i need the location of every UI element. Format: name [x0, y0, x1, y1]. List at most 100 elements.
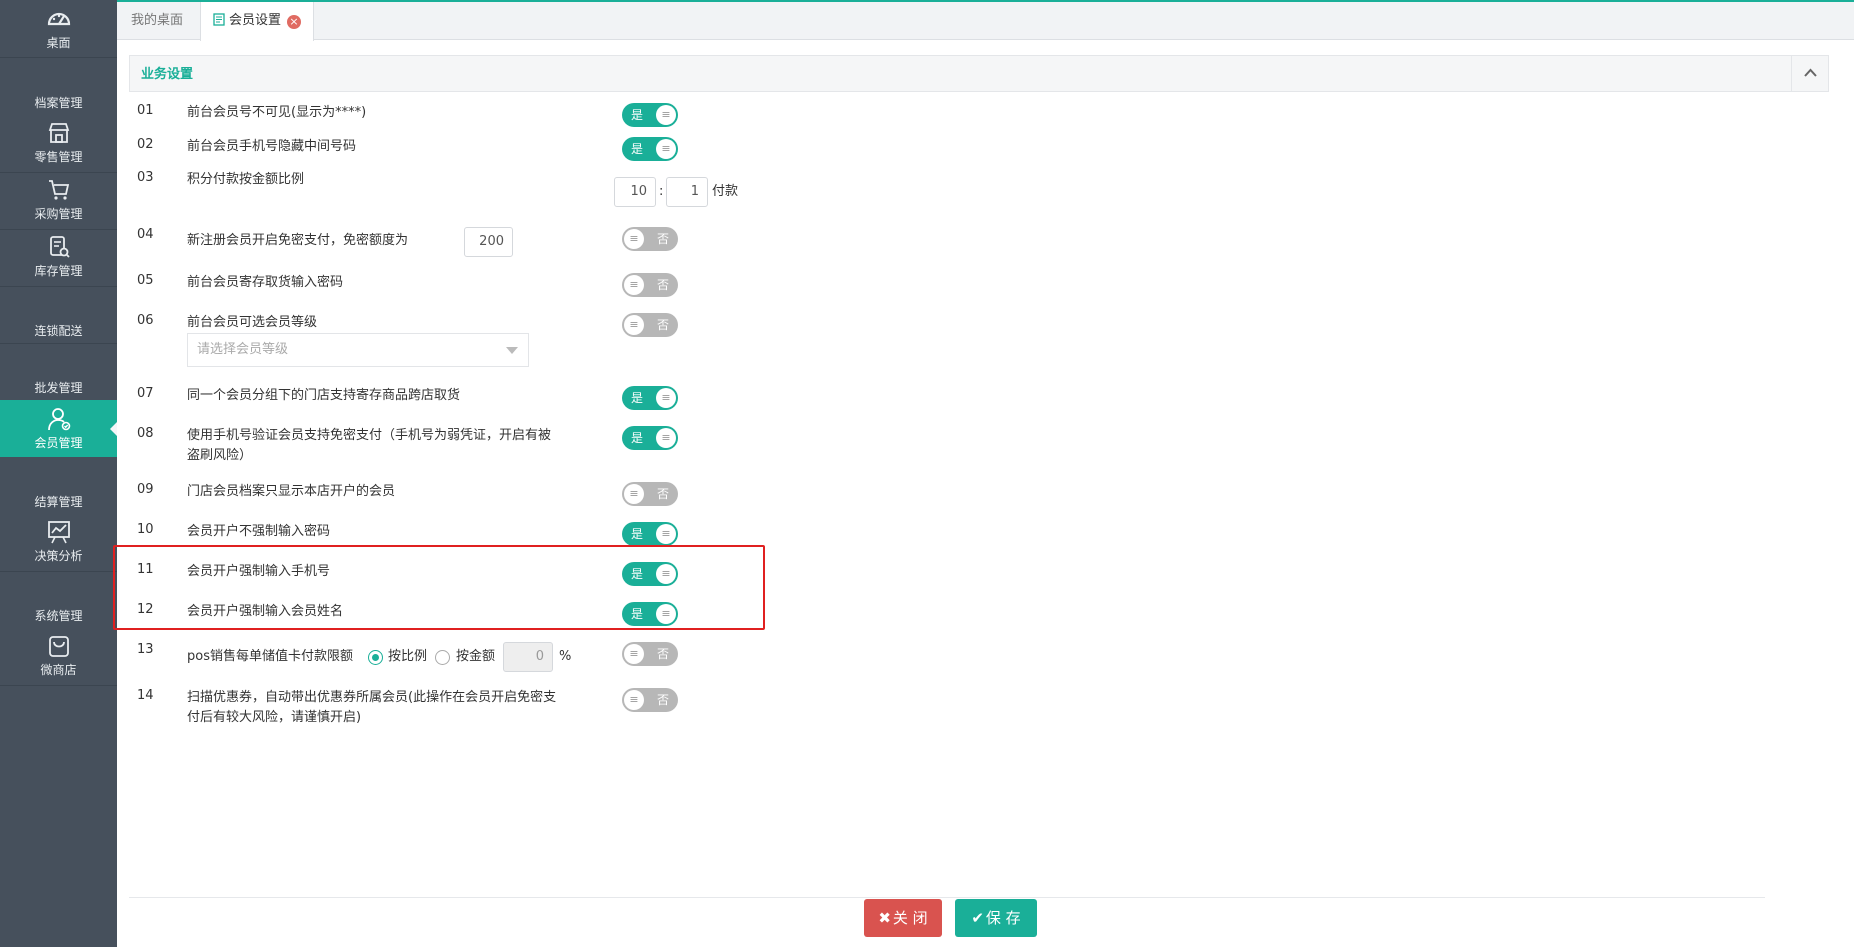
sidebar-item-label: 批发管理 [34, 381, 83, 395]
toggle-switch[interactable]: ≡ 否 [622, 313, 678, 337]
setting-number: 13 [137, 642, 154, 657]
switch-knob: ≡ [656, 105, 676, 125]
setting-label: 同一个会员分组下的门店支持寄存商品跨店取货 [187, 388, 461, 403]
toggle-switch[interactable]: 是 ≡ [622, 426, 678, 450]
setting-label: 门店会员档案只显示本店开户的会员 [187, 484, 396, 499]
ratio-suffix: 付款 [712, 184, 739, 199]
document-icon [213, 13, 225, 26]
amount-radio[interactable] [435, 650, 450, 665]
sidebar-item-settlement[interactable]: 结算管理 [0, 491, 117, 510]
sidebar-item-label: 结算管理 [34, 495, 83, 509]
setting-label-line2: 盗刷风险） [187, 448, 253, 463]
sidebar-item-label: 档案管理 [34, 96, 83, 110]
toggle-switch[interactable]: ≡ 否 [622, 227, 678, 251]
switch-label: 否 [656, 487, 669, 501]
setting-number: 14 [137, 688, 154, 703]
points-ratio-input[interactable]: 10 [614, 177, 656, 207]
sidebar-item-label: 微商店 [40, 663, 77, 677]
switch-label: 否 [656, 647, 669, 661]
sidebar-item-label: 决策分析 [34, 549, 83, 563]
setting-row: 13 pos销售每单储值卡付款限额 按比例 按金额 0 % ≡ 否 [129, 642, 1829, 682]
sidebar-item-purchase[interactable]: 采购管理 [0, 177, 117, 225]
ratio-separator: : [659, 184, 664, 199]
free-pay-limit-input[interactable]: 200 [464, 227, 513, 257]
setting-row: 09 门店会员档案只显示本店开户的会员 ≡ 否 [129, 482, 1829, 518]
tab-label: 我的桌面 [131, 13, 184, 28]
chevron-down-icon [506, 347, 518, 354]
tab-my-desktop[interactable]: 我的桌面 [119, 2, 195, 40]
setting-label-line2: 付后有较大风险，请谨慎开启) [187, 710, 362, 725]
tab-member-settings[interactable]: 会员设置 × [200, 2, 315, 41]
setting-number: 08 [137, 426, 154, 441]
setting-row: 03 积分付款按金额比例 10 : 1 付款 [129, 170, 1829, 210]
member-level-select[interactable]: 请选择会员等级 [187, 333, 529, 367]
toggle-switch[interactable]: ≡ 否 [622, 273, 678, 297]
switch-knob: ≡ [624, 229, 644, 249]
toggle-switch[interactable]: 是 ≡ [622, 103, 678, 127]
sidebar-item-desktop[interactable]: 桌面 [0, 6, 117, 54]
content-area: 业务设置 01 前台会员号不可见(显示为****) 是 ≡ 02 前台会员手机号隐… [117, 41, 1854, 947]
sidebar-item-system[interactable]: 系统管理 [0, 605, 117, 624]
select-placeholder: 请选择会员等级 [197, 342, 289, 357]
setting-row: 07 同一个会员分组下的门店支持寄存商品跨店取货 是 ≡ [129, 386, 1829, 422]
switch-label: 否 [656, 232, 669, 246]
switch-knob: ≡ [624, 315, 644, 335]
setting-label: 扫描优惠券，自动带出优惠券所属会员(此操作在会员开启免密支 [187, 690, 557, 705]
sidebar-item-analysis[interactable]: 决策分析 [0, 519, 117, 567]
setting-number: 01 [137, 103, 154, 118]
setting-row: 04 新注册会员开启免密支付，免密额度为 200 ≡ 否 [129, 227, 1829, 267]
sidebar-item-wholesale[interactable]: 批发管理 [0, 377, 117, 396]
close-x-icon: ✖ [878, 909, 891, 927]
amount-ratio-input[interactable]: 1 [666, 177, 708, 207]
sidebar-item-label: 采购管理 [34, 207, 83, 221]
toggle-switch[interactable]: 是 ≡ [622, 386, 678, 410]
setting-row: 14 扫描优惠券，自动带出优惠券所属会员(此操作在会员开启免密支 付后有较大风险… [129, 688, 1829, 738]
switch-knob: ≡ [656, 428, 676, 448]
switch-knob: ≡ [656, 388, 676, 408]
setting-number: 03 [137, 170, 154, 185]
setting-label: 使用手机号验证会员支持免密支付（手机号为弱凭证，开启有被 [187, 428, 552, 443]
switch-label: 否 [656, 318, 669, 332]
toggle-switch[interactable]: ≡ 否 [622, 642, 678, 666]
save-button-label: 保 存 [985, 909, 1021, 927]
sidebar-item-microstore[interactable]: 微商店 [0, 633, 117, 681]
close-icon[interactable]: × [287, 15, 302, 29]
sidebar-item-archive[interactable]: 档案管理 [0, 92, 117, 111]
toggle-switch[interactable]: ≡ 否 [622, 482, 678, 506]
sidebar-item-member[interactable]: 会员管理 [0, 400, 117, 457]
radio-label: 按金额 [456, 649, 496, 664]
setting-label: 前台会员手机号隐藏中间号码 [187, 139, 357, 154]
sidebar-item-label: 连锁配送 [34, 324, 83, 338]
sidebar-item-chain-delivery[interactable]: 连锁配送 [0, 320, 117, 339]
setting-number: 09 [137, 482, 154, 497]
toggle-switch[interactable]: ≡ 否 [622, 688, 678, 712]
switch-knob: ≡ [624, 484, 644, 504]
switch-label: 否 [656, 693, 669, 707]
toggle-switch[interactable]: 是 ≡ [622, 137, 678, 161]
setting-label: 前台会员号不可见(显示为****) [187, 105, 367, 120]
sidebar-item-inventory[interactable]: 库存管理 [0, 234, 117, 282]
toggle-switch[interactable]: 是 ≡ [622, 522, 678, 546]
switch-label: 是 [631, 391, 644, 405]
close-button[interactable]: ✖ 关 闭 [864, 899, 942, 937]
sidebar-item-retail[interactable]: 零售管理 [0, 120, 117, 168]
switch-label: 是 [631, 108, 644, 122]
tab-label: 会员设置 [229, 13, 282, 28]
sidebar-item-label: 会员管理 [34, 436, 83, 450]
setting-label: 新注册会员开启免密支付，免密额度为 [187, 233, 409, 248]
panel-header: 业务设置 [129, 55, 1829, 92]
save-button[interactable]: ✔ 保 存 [955, 899, 1037, 937]
switch-knob: ≡ [656, 139, 676, 159]
collapse-button[interactable] [1791, 56, 1828, 91]
close-button-label: 关 闭 [892, 909, 928, 927]
chevron-up-icon [1804, 68, 1817, 77]
ratio-radio[interactable] [368, 650, 383, 665]
setting-row: 08 使用手机号验证会员支持免密支付（手机号为弱凭证，开启有被 盗刷风险） 是 ≡ [129, 426, 1829, 474]
setting-label: 会员开户不强制输入密码 [187, 524, 331, 539]
switch-label: 否 [656, 278, 669, 292]
limit-unit: % [559, 649, 572, 664]
switch-label: 是 [631, 527, 644, 541]
limit-input[interactable]: 0 [503, 642, 553, 672]
radio-label: 按比例 [388, 649, 428, 664]
tab-bar: 我的桌面 会员设置 × [117, 0, 1854, 41]
